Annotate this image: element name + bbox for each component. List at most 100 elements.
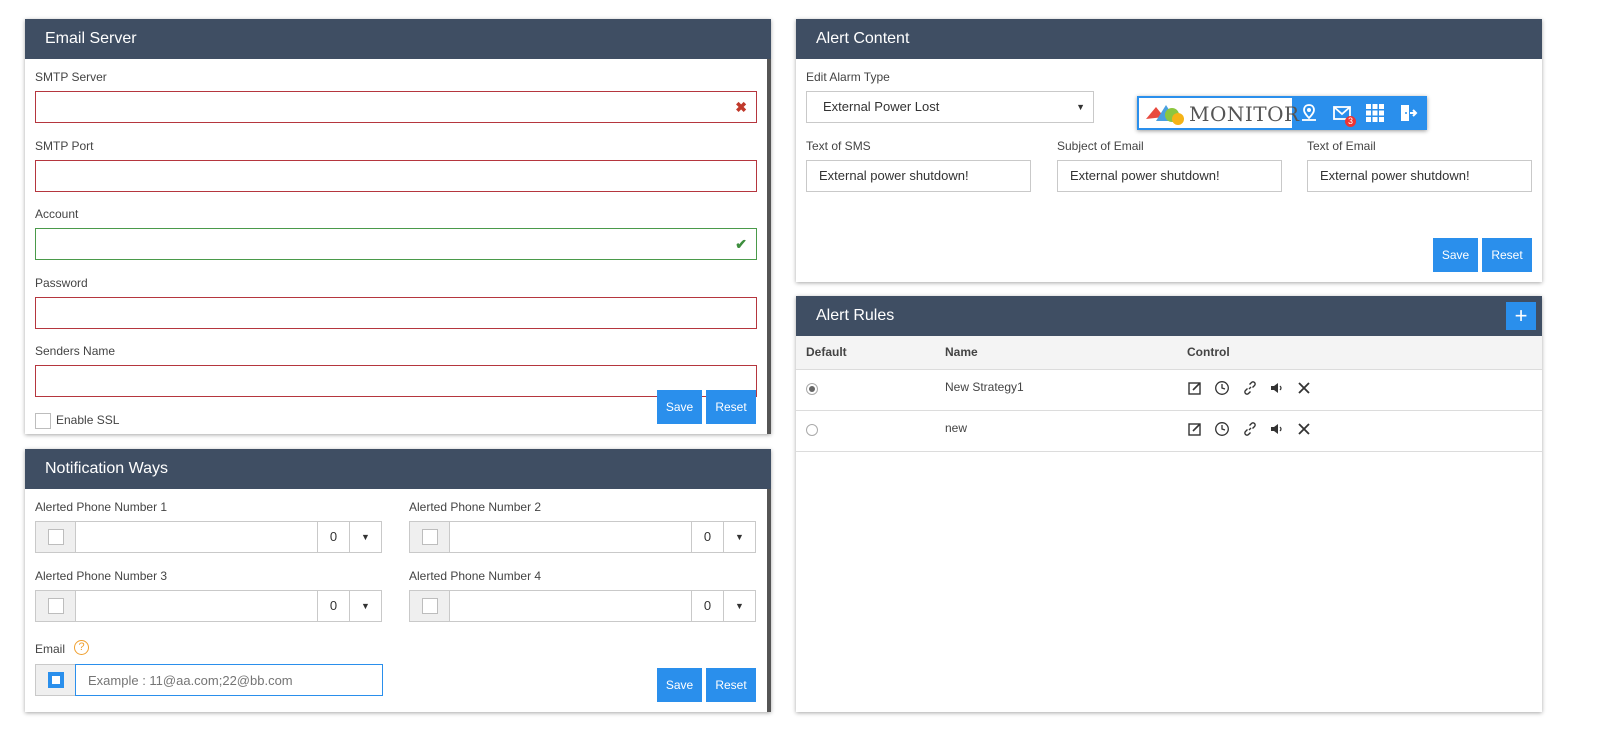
delete-icon[interactable]: [1296, 380, 1312, 396]
phone-4-group: 0 ▼: [409, 590, 756, 622]
phone-1-input[interactable]: [77, 522, 318, 552]
notification-save-button[interactable]: Save: [657, 668, 702, 702]
email-text-input[interactable]: External power shutdown!: [1307, 160, 1532, 192]
email-server-save-button[interactable]: Save: [657, 390, 702, 424]
chevron-down-icon[interactable]: ▼: [723, 522, 755, 552]
delete-icon[interactable]: [1296, 421, 1312, 437]
rule-name: new: [945, 410, 1187, 452]
email-input[interactable]: [75, 664, 383, 696]
control-cell: [1187, 369, 1542, 411]
chevron-down-icon: ▼: [1076, 102, 1085, 112]
smtp-server-label: SMTP Server: [35, 70, 107, 84]
default-radio[interactable]: [806, 423, 818, 436]
mail-badge: 3: [1345, 116, 1356, 127]
alert-rules-panel: Alert Rules + Default Name Control New S…: [796, 296, 1542, 712]
email-label: Email: [35, 642, 66, 656]
phone-2-checkbox[interactable]: [422, 529, 438, 545]
password-input[interactable]: [35, 297, 757, 329]
scrollbar[interactable]: [767, 59, 771, 434]
table-row: new: [796, 410, 1542, 452]
sms-text-input[interactable]: External power shutdown!: [806, 160, 1031, 192]
phone-1-label: Alerted Phone Number 1: [35, 500, 168, 514]
phone-1-checkbox[interactable]: [48, 529, 64, 545]
chevron-down-icon[interactable]: ▼: [723, 591, 755, 621]
speaker-icon[interactable]: [1269, 380, 1285, 396]
edit-icon[interactable]: [1187, 380, 1203, 396]
column-control: Control: [1187, 336, 1542, 370]
phone-2-input[interactable]: [451, 522, 692, 552]
logout-icon[interactable]: [1398, 103, 1418, 123]
enable-ssl-checkbox[interactable]: [35, 413, 51, 429]
email-checkbox[interactable]: [48, 672, 64, 688]
default-radio[interactable]: [806, 382, 818, 395]
clock-icon[interactable]: [1214, 380, 1230, 396]
add-rule-button[interactable]: +: [1506, 302, 1536, 330]
phone-2-count: 0: [691, 522, 723, 552]
logo-icon: [1146, 105, 1184, 125]
speaker-icon[interactable]: [1269, 421, 1285, 437]
phone-4-checkbox[interactable]: [422, 598, 438, 614]
alarm-type-label: Edit Alarm Type: [806, 70, 890, 84]
senders-name-input[interactable]: [35, 365, 757, 397]
chevron-down-icon[interactable]: ▼: [349, 591, 381, 621]
smtp-port-input[interactable]: [35, 160, 757, 192]
phone-3-label: Alerted Phone Number 3: [35, 569, 168, 583]
alarm-type-select[interactable]: External Power Lost ▼: [806, 91, 1094, 123]
phone-3-input[interactable]: [77, 591, 318, 621]
enable-ssl-label: Enable SSL: [56, 413, 120, 427]
email-text-label: Text of Email: [1307, 139, 1376, 153]
column-name: Name: [945, 336, 1187, 370]
email-checkbox-addon: [35, 664, 76, 696]
smtp-server-input[interactable]: ✖: [35, 91, 757, 123]
alert-content-title: Alert Content: [796, 19, 1542, 59]
alert-content-save-button[interactable]: Save: [1433, 238, 1478, 272]
column-default: Default: [796, 336, 945, 370]
phone-3-checkbox[interactable]: [48, 598, 64, 614]
phone-3-group: 0 ▼: [35, 590, 382, 622]
senders-name-label: Senders Name: [35, 344, 116, 358]
phone-1-group: 0 ▼: [35, 521, 382, 553]
phone-4-count: 0: [691, 591, 723, 621]
password-label: Password: [35, 276, 88, 290]
smtp-port-label: SMTP Port: [35, 139, 94, 153]
logo-text: MONITOR: [1189, 102, 1300, 126]
account-input[interactable]: ✔: [35, 228, 757, 260]
notification-reset-button[interactable]: Reset: [706, 668, 756, 702]
map-pin-icon[interactable]: [1299, 103, 1319, 123]
table-header-row: Default Name Control: [796, 336, 1542, 370]
email-subject-input[interactable]: External power shutdown!: [1057, 160, 1282, 192]
phone-2-label: Alerted Phone Number 2: [409, 500, 542, 514]
control-cell: [1187, 410, 1542, 452]
help-icon[interactable]: ?: [74, 640, 89, 655]
link-icon[interactable]: [1242, 421, 1258, 437]
scrollbar[interactable]: [767, 489, 771, 712]
phone-4-input[interactable]: [451, 591, 692, 621]
edit-icon[interactable]: [1187, 421, 1203, 437]
phone-3-count: 0: [317, 591, 349, 621]
phone-1-count: 0: [317, 522, 349, 552]
phone-4-label: Alerted Phone Number 4: [409, 569, 542, 583]
error-x-icon: ✖: [735, 99, 747, 115]
email-server-title: Email Server: [25, 19, 771, 59]
alert-rules-table: Default Name Control New Strategy1 new: [796, 336, 1542, 452]
monitor-toolbar: MONITOR 3: [1137, 96, 1427, 130]
check-icon: ✔: [735, 236, 747, 252]
alert-content-panel: Alert Content Edit Alarm Type External P…: [796, 19, 1542, 282]
alert-content-reset-button[interactable]: Reset: [1482, 238, 1532, 272]
alert-rules-title-text: Alert Rules: [816, 307, 895, 324]
rule-name: New Strategy1: [945, 369, 1187, 411]
clock-icon[interactable]: [1214, 421, 1230, 437]
alarm-type-value: External Power Lost: [823, 99, 940, 114]
email-server-reset-button[interactable]: Reset: [706, 390, 756, 424]
notification-ways-title: Notification Ways: [25, 449, 771, 489]
email-subject-label: Subject of Email: [1057, 139, 1144, 153]
sms-text-label: Text of SMS: [806, 139, 871, 153]
phone-2-group: 0 ▼: [409, 521, 756, 553]
notification-ways-panel: Notification Ways Alerted Phone Number 1…: [25, 449, 771, 712]
monitor-logo[interactable]: MONITOR: [1139, 98, 1299, 128]
alert-rules-title: Alert Rules +: [796, 296, 1542, 336]
account-label: Account: [35, 207, 79, 221]
link-icon[interactable]: [1242, 380, 1258, 396]
chevron-down-icon[interactable]: ▼: [349, 522, 381, 552]
grid-icon[interactable]: [1365, 103, 1385, 123]
